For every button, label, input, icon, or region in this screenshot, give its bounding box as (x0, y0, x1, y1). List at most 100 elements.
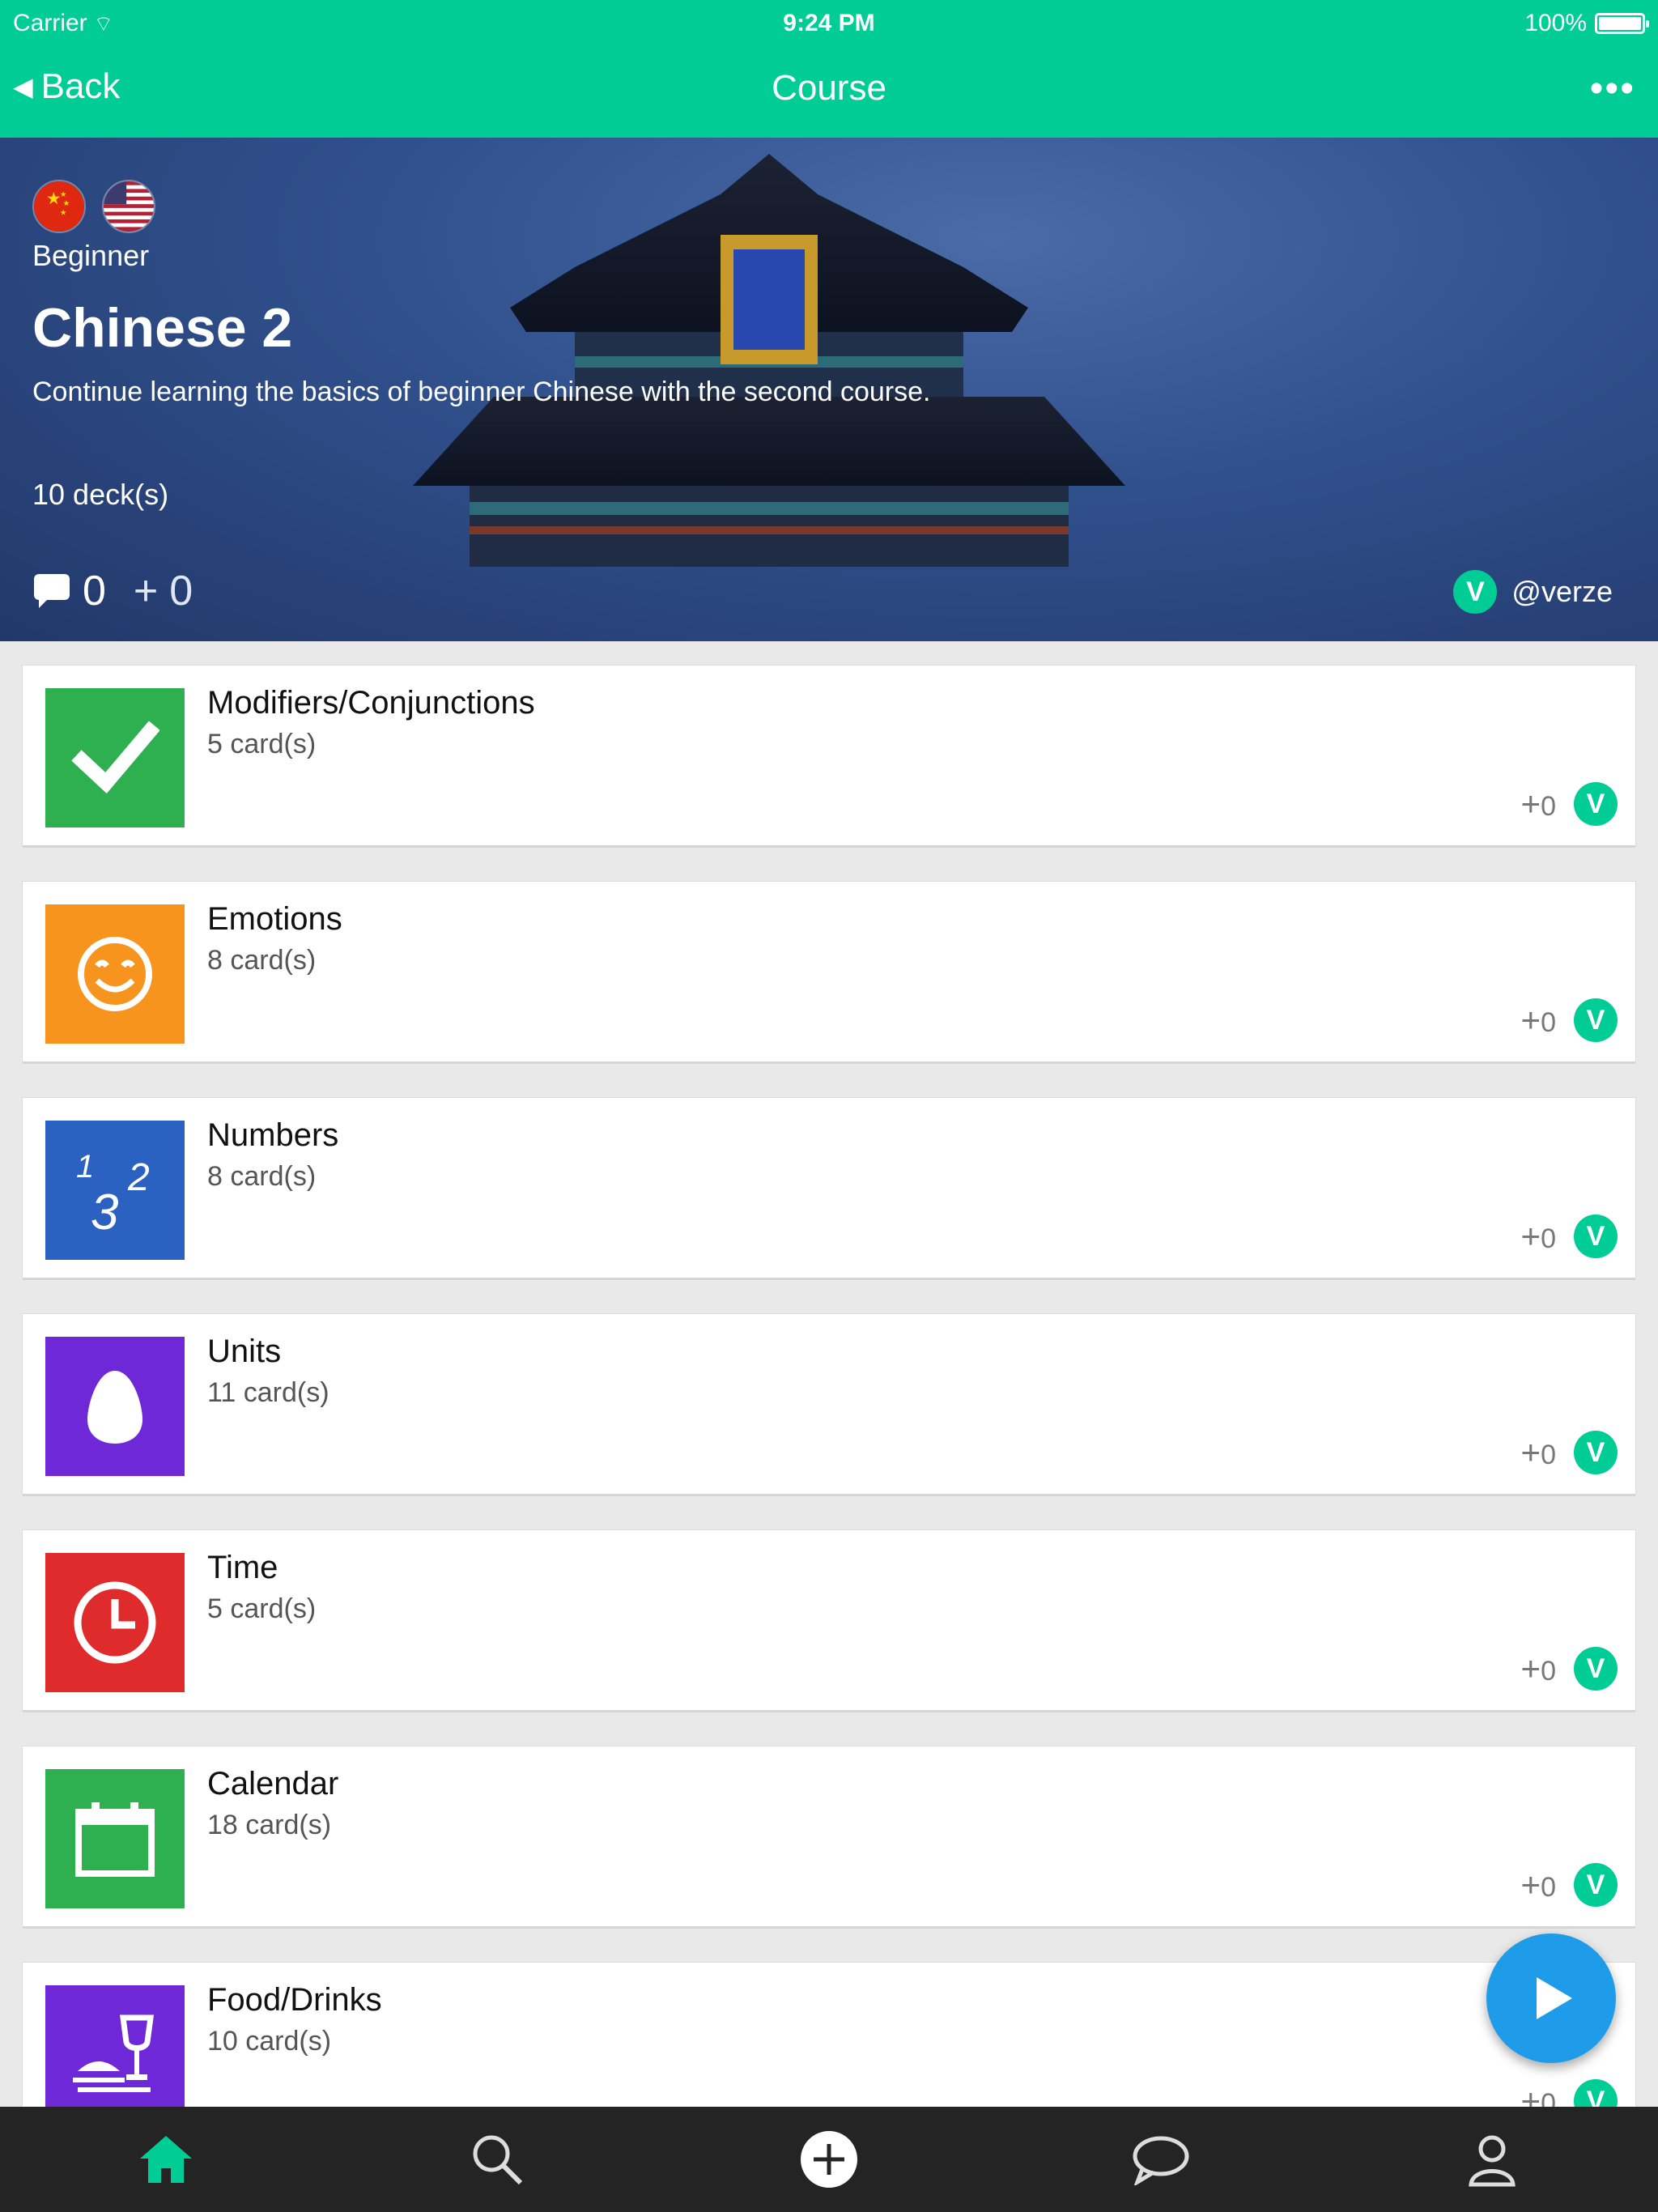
deck-name: Modifiers/Conjunctions (207, 685, 535, 721)
deck-meta: +0 V (1521, 998, 1618, 1042)
food-drinks-icon (73, 2014, 154, 2092)
deck-name: Numbers (207, 1117, 339, 1153)
deck-card[interactable]: Emotions 8 card(s) +0 V (23, 882, 1635, 1061)
navigation-bar: ◀ Back Course ••• (0, 49, 1658, 138)
deck-add-count: 0 (1541, 1656, 1556, 1687)
course-hero: ★ ★ ★ ★ Beginner Chinese 2 Continue lear… (0, 138, 1658, 641)
deck-meta: +0 V (1521, 782, 1618, 826)
deck-thumbnail (45, 1985, 185, 2125)
home-icon (139, 2136, 192, 2183)
deck-card-count: 5 card(s) (207, 729, 317, 759)
verze-logo-icon: V (1574, 1431, 1618, 1474)
tab-profile[interactable] (1427, 2107, 1557, 2212)
play-button[interactable] (1486, 1933, 1616, 2063)
add-circle-icon (800, 2131, 857, 2188)
tab-add[interactable] (764, 2107, 894, 2212)
course-title: Chinese 2 (32, 297, 293, 359)
more-options-button[interactable]: ••• (1590, 66, 1635, 111)
course-owner[interactable]: V @verze (1453, 570, 1613, 614)
tab-bar (0, 2107, 1658, 2212)
deck-card[interactable]: Calendar 18 card(s) +0 V (23, 1746, 1635, 1926)
course-level: Beginner (32, 239, 150, 272)
deck-card-count: 10 card(s) (207, 2026, 332, 2057)
play-icon (1537, 1977, 1572, 2019)
deck-card[interactable]: 123 Numbers 8 card(s) +0 V (23, 1098, 1635, 1278)
profile-icon (1469, 2135, 1516, 2187)
deck-card-count: 5 card(s) (207, 1593, 317, 1624)
deck-card[interactable]: Units 11 card(s) +0 V (23, 1314, 1635, 1494)
verze-logo-icon: V (1574, 1647, 1618, 1691)
comment-icon[interactable] (32, 572, 71, 610)
course-stats: 0 + 0 (32, 567, 193, 615)
verze-logo-icon: V (1574, 782, 1618, 826)
owner-handle: @verze (1511, 575, 1613, 608)
numbers-icon: 1 23 (76, 1149, 150, 1240)
deck-meta: +0 V (1521, 1863, 1618, 1907)
add-deck-button[interactable]: +0 (1521, 1649, 1556, 1688)
deck-thumbnail (45, 1769, 185, 1908)
battery-icon (1595, 13, 1649, 34)
deck-name: Food/Drinks (207, 1982, 382, 2018)
svg-text:3: 3 (91, 1185, 118, 1240)
svg-text:★: ★ (46, 189, 62, 208)
chat-bubble-icon (1133, 2136, 1189, 2185)
china-flag-icon: ★ ★ ★ ★ (32, 180, 86, 233)
add-deck-button[interactable]: +0 (1521, 785, 1556, 823)
deck-thumbnail (45, 904, 185, 1044)
add-deck-button[interactable]: +0 (1521, 1217, 1556, 1256)
deck-thumbnail (45, 688, 185, 827)
course-description: Continue learning the basics of beginner… (32, 376, 931, 407)
verze-logo-icon: V (1574, 998, 1618, 1042)
clock-icon (74, 1581, 156, 1664)
temple-background-image (413, 154, 1125, 567)
egg-icon (87, 1371, 142, 1444)
deck-card[interactable]: Modifiers/Conjunctions 5 card(s) +0 V (23, 666, 1635, 845)
calendar-icon (75, 1802, 155, 1877)
tab-search[interactable] (432, 2107, 562, 2212)
deck-add-count: 0 (1541, 1223, 1556, 1254)
add-deck-button[interactable]: +0 (1521, 1001, 1556, 1040)
battery-percent: 100% (1524, 10, 1587, 36)
tab-messages[interactable] (1096, 2107, 1226, 2212)
deck-add-count: 0 (1541, 1440, 1556, 1470)
svg-text:★: ★ (63, 199, 70, 208)
add-deck-button[interactable]: +0 (1521, 1865, 1556, 1904)
deck-name: Calendar (207, 1766, 339, 1802)
deck-meta: +0 V (1521, 1431, 1618, 1474)
svg-text:★: ★ (60, 208, 66, 217)
comment-count: 0 (83, 568, 106, 615)
deck-card-count: 18 card(s) (207, 1810, 332, 1840)
status-time: 9:24 PM (783, 10, 875, 36)
deck-list: Modifiers/Conjunctions 5 card(s) +0 V Em… (23, 666, 1635, 2179)
deck-name: Units (207, 1334, 282, 1369)
deck-add-count: 0 (1541, 1007, 1556, 1038)
deck-card-count: 8 card(s) (207, 1161, 317, 1192)
deck-thumbnail (45, 1553, 185, 1692)
add-count: 0 (169, 568, 193, 615)
svg-text:1: 1 (76, 1149, 94, 1185)
add-deck-button[interactable]: +0 (1521, 1433, 1556, 1472)
add-icon[interactable]: + (134, 567, 158, 615)
tab-home[interactable] (101, 2107, 231, 2212)
deck-card[interactable]: Time 5 card(s) +0 V (23, 1530, 1635, 1710)
deck-meta: +0 V (1521, 1647, 1618, 1691)
verze-logo-icon: V (1574, 1863, 1618, 1907)
deck-card-count: 11 card(s) (207, 1377, 329, 1408)
deck-thumbnail (45, 1337, 185, 1476)
deck-name: Emotions (207, 901, 342, 937)
status-bar: Carrier ⌔ 9:24 PM 100% (0, 0, 1658, 49)
svg-text:2: 2 (127, 1156, 150, 1199)
page-title: Course (772, 68, 886, 108)
deck-add-count: 0 (1541, 791, 1556, 822)
verze-logo-icon: V (1453, 570, 1498, 614)
deck-card-count: 8 card(s) (207, 945, 317, 976)
verze-logo-icon: V (1574, 1214, 1618, 1258)
battery-indicator: 100% (1524, 10, 1649, 37)
top-bar: Carrier ⌔ 9:24 PM 100% ◀ Back Course ••• (0, 0, 1658, 138)
smiley-icon (78, 937, 152, 1011)
usa-flag-icon (102, 180, 155, 233)
deck-count: 10 deck(s) (32, 478, 169, 511)
deck-name: Time (207, 1550, 278, 1585)
deck-add-count: 0 (1541, 1872, 1556, 1903)
deck-meta: +0 V (1521, 1214, 1618, 1258)
